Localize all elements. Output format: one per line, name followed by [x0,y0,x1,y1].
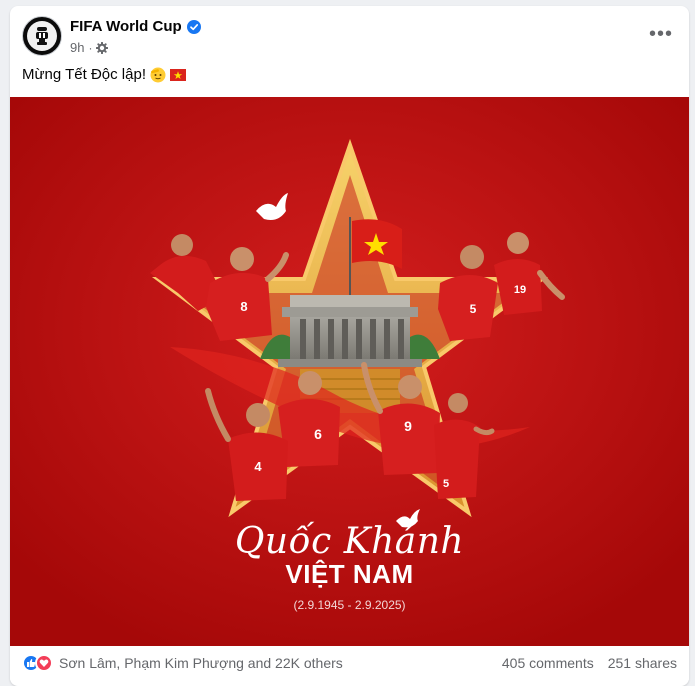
reactions-names[interactable]: Sơn Lâm, Phạm Kim Phượng and 22K others [59,655,343,671]
page-avatar[interactable] [22,16,62,56]
jersey-number-6: 9 [404,418,412,434]
shares-count[interactable]: 251 shares [608,655,677,671]
more-horizontal-icon: ••• [648,22,673,45]
saluting-face-emoji-icon [150,67,166,82]
vietnam-flag-icon [169,68,186,81]
engagement-stats: 405 comments 251 shares [502,655,677,671]
post-meta: 9h · [70,40,109,55]
verified-badge-icon [186,19,201,34]
jersey-number-5: 4 [254,459,262,474]
gear-icon[interactable] [96,41,109,54]
jersey-number-1: 8 [240,299,247,314]
reactions-summary[interactable]: Sơn Lâm, Phạm Kim Phượng and 22K others [22,654,343,672]
caption-text: Mừng Tết Độc lập! [22,66,146,83]
love-reaction-icon [35,654,53,672]
artwork-main-title: VIỆT NAM [285,559,414,589]
jersey-number-2: 5 [470,302,477,316]
comments-count[interactable]: 405 comments [502,655,594,671]
separator-dot: · [88,40,93,55]
artwork-dates: (2.9.1945 - 2.9.2025) [293,598,406,612]
page-name[interactable]: FIFA World Cup [70,18,182,35]
post-image[interactable]: 8 5 19 6 4 9 5 Quốc Khánh VIỆT NAM (2.9.… [10,97,689,646]
post-caption: Mừng Tết Độc lập! [22,66,186,83]
post-card: FIFA World Cup 9h · ••• Mừng Tết Độc lập… [10,6,689,686]
jersey-number-4: 6 [314,426,322,442]
name-row: FIFA World Cup [70,18,201,35]
artwork-script-title: Quốc Khánh [234,521,465,562]
jersey-number-7: 5 [443,478,449,490]
post-time[interactable]: 9h [70,40,84,55]
post-header: FIFA World Cup 9h · ••• [22,16,677,62]
jersey-number-3: 19 [514,284,526,296]
more-options-button[interactable]: ••• [645,18,677,50]
post-footer: Sơn Lâm, Phạm Kim Phượng and 22K others … [10,646,689,680]
fifa-trophy-logo [27,21,57,51]
